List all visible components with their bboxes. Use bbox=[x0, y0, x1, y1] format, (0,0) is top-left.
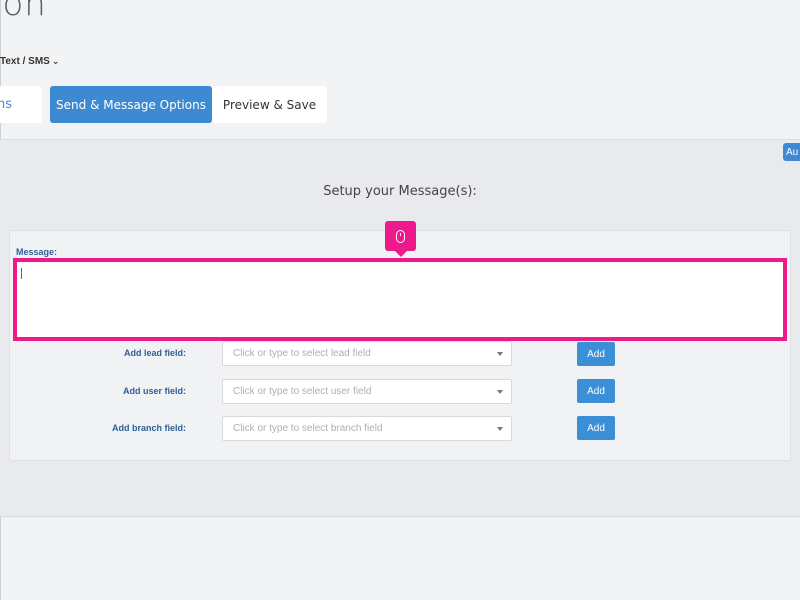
channel-select[interactable]: Text / SMS ⌄ bbox=[0, 56, 59, 67]
page-title: ion bbox=[0, 0, 47, 24]
chevron-down-icon bbox=[497, 352, 503, 356]
tab-previous[interactable]: ns bbox=[0, 86, 42, 123]
lead-field-select[interactable]: Click or type to select lead field bbox=[222, 341, 512, 366]
add-branch-field-button[interactable]: Add bbox=[577, 416, 615, 440]
channel-select-value: Text / SMS bbox=[0, 56, 50, 67]
chevron-down-icon: ⌄ bbox=[51, 56, 60, 66]
user-field-select[interactable]: Click or type to select user field bbox=[222, 379, 512, 404]
click-marker bbox=[385, 221, 416, 257]
add-user-field-button-label: Add bbox=[587, 385, 605, 397]
tab-preview-save[interactable]: Preview & Save bbox=[212, 86, 327, 123]
tab-send-message-options-label: Send & Message Options bbox=[56, 97, 206, 112]
add-lead-field-button[interactable]: Add bbox=[577, 342, 615, 366]
chevron-down-icon bbox=[497, 390, 503, 394]
add-lead-field-button-label: Add bbox=[587, 348, 605, 360]
lead-field-label: Add lead field: bbox=[123, 348, 186, 358]
add-branch-field-button-label: Add bbox=[587, 422, 605, 434]
auto-button-label: Au bbox=[786, 146, 799, 158]
message-label: Message: bbox=[16, 247, 58, 257]
tab-previous-label: ns bbox=[0, 97, 13, 112]
user-field-label: Add user field: bbox=[122, 386, 186, 396]
user-field-placeholder: Click or type to select user field bbox=[233, 386, 372, 397]
lead-field-placeholder: Click or type to select lead field bbox=[233, 348, 371, 359]
branch-field-select[interactable]: Click or type to select branch field bbox=[222, 416, 512, 441]
branch-field-label: Add branch field: bbox=[112, 423, 186, 433]
chevron-down-icon bbox=[497, 427, 503, 431]
mouse-icon bbox=[396, 229, 405, 243]
tab-send-message-options[interactable]: Send & Message Options bbox=[50, 86, 212, 123]
branch-field-placeholder: Click or type to select branch field bbox=[233, 423, 383, 434]
auto-button[interactable]: Au bbox=[783, 143, 800, 161]
tab-preview-save-label: Preview & Save bbox=[222, 97, 317, 112]
add-user-field-button[interactable]: Add bbox=[577, 379, 615, 403]
text-caret bbox=[21, 268, 22, 279]
message-textarea[interactable] bbox=[13, 258, 787, 341]
setup-heading: Setup your Message(s): bbox=[323, 184, 477, 199]
